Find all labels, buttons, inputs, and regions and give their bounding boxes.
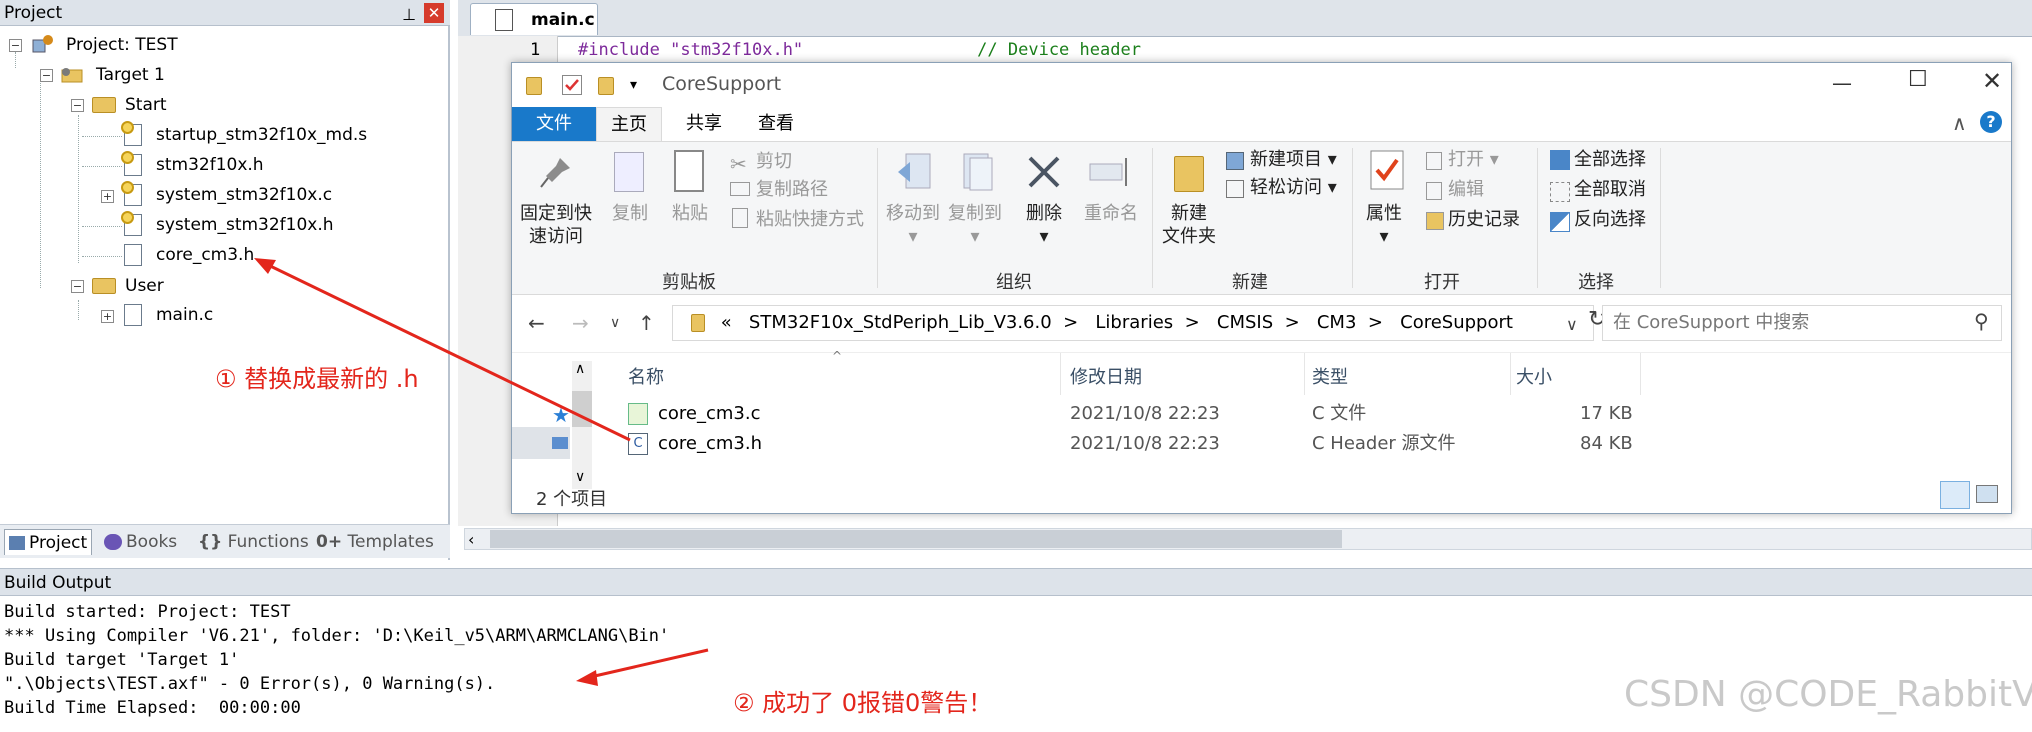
build-line: Build started: Project: TEST — [4, 602, 291, 622]
build-line: Build target 'Target 1' — [4, 650, 240, 670]
build-output-log[interactable]: Build started: Project: TEST *** Using Co… — [4, 600, 669, 720]
build-output-header: Build Output — [0, 568, 2032, 596]
watermark: CSDN @CODE_RabbitV — [1624, 674, 2032, 715]
build-line: Build Time Elapsed: 00:00:00 — [4, 698, 301, 718]
build-line: ".\Objects\TEST.axf" - 0 Error(s), 0 War… — [4, 674, 496, 694]
arrow-to-core-cm3-h — [261, 260, 631, 442]
annotation-step2: ② 成功了 0报错0警告！ — [733, 689, 993, 717]
build-line: *** Using Compiler 'V6.21', folder: 'D:\… — [4, 626, 670, 646]
